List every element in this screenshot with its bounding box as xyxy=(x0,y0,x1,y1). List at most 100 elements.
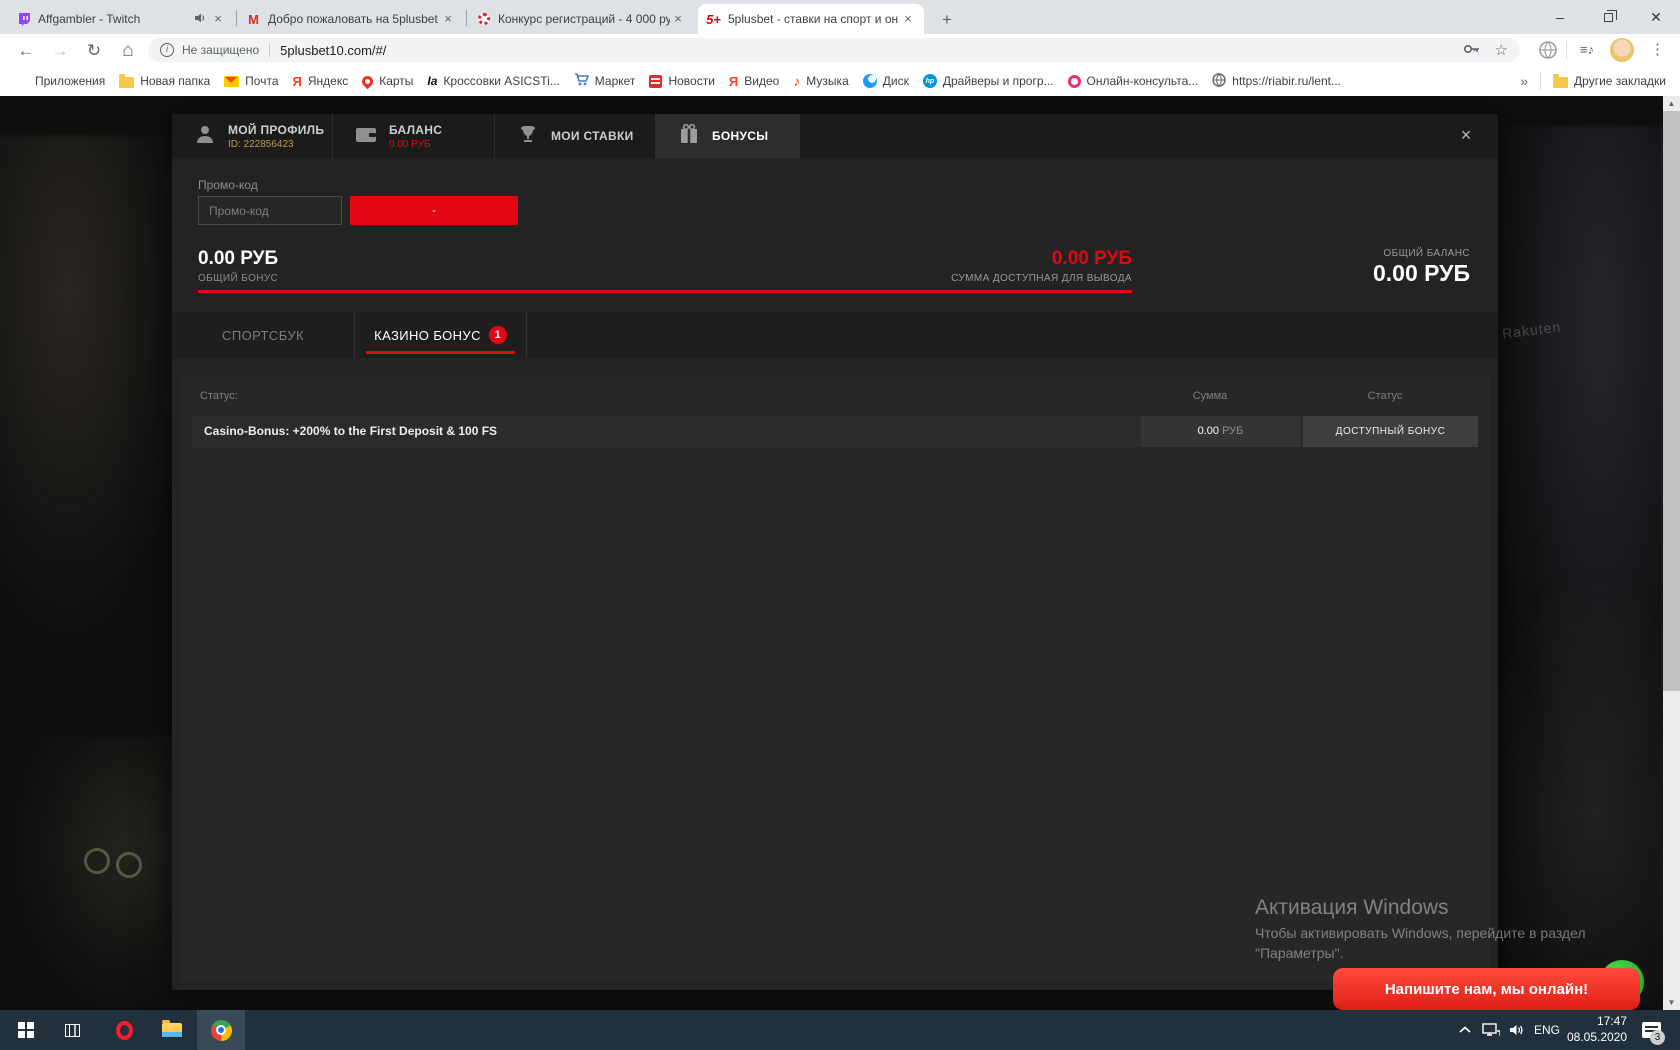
balance-amount: 0.00 РУБ xyxy=(389,138,431,150)
5plusbet-icon: 5+ xyxy=(706,11,721,27)
tray-volume-button[interactable] xyxy=(1504,1010,1530,1050)
casino-chip-icon xyxy=(476,12,491,27)
forward-icon[interactable]: → xyxy=(46,37,74,65)
browser-tab-gmail[interactable]: M Добро пожаловать на 5plusbet × xyxy=(238,4,464,34)
browser-tabstrip: Affgambler - Twitch × M Добро пожаловать… xyxy=(0,0,1680,34)
music-note-icon: ♪ xyxy=(793,73,801,89)
tab-close-icon[interactable]: × xyxy=(670,11,686,27)
trophy-icon xyxy=(517,123,539,150)
window-restore-button[interactable] xyxy=(1584,0,1632,34)
tab-audio-icon[interactable] xyxy=(194,12,206,27)
action-center-button[interactable] xyxy=(1634,1010,1668,1050)
news-icon xyxy=(649,74,663,88)
window-close-button[interactable]: ✕ xyxy=(1632,0,1680,34)
scrollbar-thumb[interactable] xyxy=(1663,111,1680,691)
bookmark-market[interactable]: Маркет xyxy=(574,73,636,89)
task-view-icon xyxy=(64,1023,80,1037)
promo-code-input[interactable] xyxy=(198,196,342,225)
browser-tab-contest[interactable]: Конкурс регистраций - 4 000 ру × xyxy=(468,4,694,34)
bookmark-music[interactable]: ♪ Музыка xyxy=(793,73,848,89)
windows-activation-line2: "Параметры". xyxy=(1255,945,1344,961)
taskbar-chrome-active[interactable] xyxy=(197,1010,245,1050)
taskbar-opera[interactable] xyxy=(100,1010,148,1050)
tab-close-icon[interactable]: × xyxy=(210,11,226,27)
browser-menu-icon[interactable]: ⋮ xyxy=(1650,40,1665,58)
bookmark-apps[interactable]: Приложения xyxy=(14,74,105,89)
bookmark-maps[interactable]: Карты xyxy=(359,73,413,89)
bookmark-new-folder[interactable]: Новая папка xyxy=(119,73,210,88)
chat-widget-button[interactable]: Напишите нам, мы онлайн! xyxy=(1333,968,1640,1010)
scrollbar-up-icon[interactable]: ▲ xyxy=(1663,96,1680,111)
twitch-icon xyxy=(16,12,31,27)
background-art-mcgregor xyxy=(1480,576,1680,1006)
bookmarks-overflow-icon[interactable]: » xyxy=(1520,73,1528,89)
nav-my-bets[interactable]: МОИ СТАВКИ xyxy=(495,114,656,158)
back-icon[interactable]: ← xyxy=(12,37,40,65)
bookmark-label: Маркет xyxy=(594,74,636,88)
tray-clock[interactable]: 17:47 08.05.2020 xyxy=(1564,1010,1630,1050)
tray-network-button[interactable] xyxy=(1478,1010,1504,1050)
bookmark-hp-drivers[interactable]: hp Драйверы и прогр... xyxy=(922,74,1054,88)
gmail-icon: M xyxy=(248,11,259,27)
promo-code-label: Промо-код xyxy=(198,178,258,192)
music-extension-icon[interactable]: ≡♪ xyxy=(1580,42,1594,57)
tray-language-button[interactable]: ENG xyxy=(1530,1010,1564,1050)
bookmark-star-icon[interactable]: ☆ xyxy=(1495,41,1508,59)
nav-label: МОЙ ПРОФИЛЬ xyxy=(228,122,325,137)
extension-globe-icon[interactable] xyxy=(1538,40,1558,65)
other-bookmarks-folder[interactable]: Другие закладки xyxy=(1553,73,1666,88)
window-minimize-button[interactable]: – xyxy=(1536,0,1584,34)
network-icon xyxy=(1482,1023,1500,1036)
table-row: Casino-Bonus: +200% to the First Deposit… xyxy=(192,416,1478,447)
profile-avatar[interactable] xyxy=(1610,38,1634,62)
modal-close-icon[interactable]: × xyxy=(1456,125,1476,145)
bonus-status-button[interactable]: ДОСТУПНЫЙ БОНУС xyxy=(1303,416,1478,447)
url-text[interactable]: 5plusbet10.com/#/ xyxy=(280,43,386,58)
bookmark-label: Драйверы и прогр... xyxy=(942,74,1054,88)
nav-bonuses[interactable]: БОНУСЫ xyxy=(656,114,800,158)
tab-label: КАЗИНО БОНУС xyxy=(374,327,481,343)
nav-my-profile[interactable]: МОЙ ПРОФИЛЬ ID: 222856423 xyxy=(172,114,333,158)
background-glasses-left xyxy=(84,848,110,874)
page-scrollbar[interactable]: ▲ ▼ xyxy=(1663,96,1680,1010)
scrollbar-down-icon[interactable]: ▼ xyxy=(1663,995,1680,1010)
bookmark-label: Почта xyxy=(245,74,279,88)
browser-tab-5plusbet-active[interactable]: 5+ 5plusbet - ставки на спорт и он × xyxy=(698,4,924,34)
task-view-button[interactable] xyxy=(48,1010,96,1050)
page-info-icon[interactable]: i xyxy=(160,43,174,57)
column-header-status: Статус xyxy=(1367,390,1403,402)
bookmark-label: Новости xyxy=(668,74,715,88)
tray-hidden-icons-button[interactable] xyxy=(1452,1010,1478,1050)
total-bonus-label: ОБЩИЙ БОНУС xyxy=(198,273,279,284)
bookmark-asics[interactable]: Ia Кроссовки ASICSTi... xyxy=(427,74,559,88)
bookmark-riabir[interactable]: https://riabir.ru/lent... xyxy=(1212,72,1341,90)
password-key-icon[interactable] xyxy=(1463,43,1481,58)
new-tab-button[interactable]: + xyxy=(934,7,960,33)
nav-balance[interactable]: БАЛАНС 0.00 РУБ xyxy=(333,114,495,158)
bookmark-mail[interactable]: Почта xyxy=(224,74,279,88)
bookmark-news[interactable]: Новости xyxy=(649,74,715,88)
tab-title: Affgambler - Twitch xyxy=(38,12,141,26)
folder-icon xyxy=(1553,73,1569,88)
tab-close-icon[interactable]: × xyxy=(900,11,916,27)
bookmark-disk[interactable]: Диск xyxy=(862,74,909,88)
tab-sportsbook[interactable]: СПОРТСБУК xyxy=(172,312,355,358)
bookmark-yandex[interactable]: Я Яндекс xyxy=(293,74,349,89)
bookmark-consultant[interactable]: Онлайн-консульта... xyxy=(1067,74,1198,88)
tab-close-icon[interactable]: × xyxy=(440,11,456,27)
file-explorer-icon xyxy=(162,1020,182,1037)
reload-icon[interactable]: ↻ xyxy=(80,37,108,65)
promo-apply-button[interactable]: - xyxy=(350,196,518,225)
nav-label: МОИ СТАВКИ xyxy=(551,129,634,143)
taskbar-file-explorer[interactable] xyxy=(148,1010,196,1050)
tab-separator xyxy=(466,10,467,26)
windows-taskbar: ENG 17:47 08.05.2020 xyxy=(0,1010,1680,1050)
casino-bonus-count-badge: 1 xyxy=(488,326,507,344)
browser-tab-twitch[interactable]: Affgambler - Twitch × xyxy=(8,4,234,34)
security-label[interactable]: Не защищено xyxy=(182,43,259,57)
address-bar[interactable]: i Не защищено 5plusbet10.com/#/ ☆ xyxy=(148,38,1520,62)
column-header-status-left: Статус: xyxy=(200,390,238,402)
home-icon[interactable]: ⌂ xyxy=(114,37,142,65)
bookmark-video[interactable]: Я Видео xyxy=(729,74,779,89)
start-button[interactable] xyxy=(4,1010,48,1050)
